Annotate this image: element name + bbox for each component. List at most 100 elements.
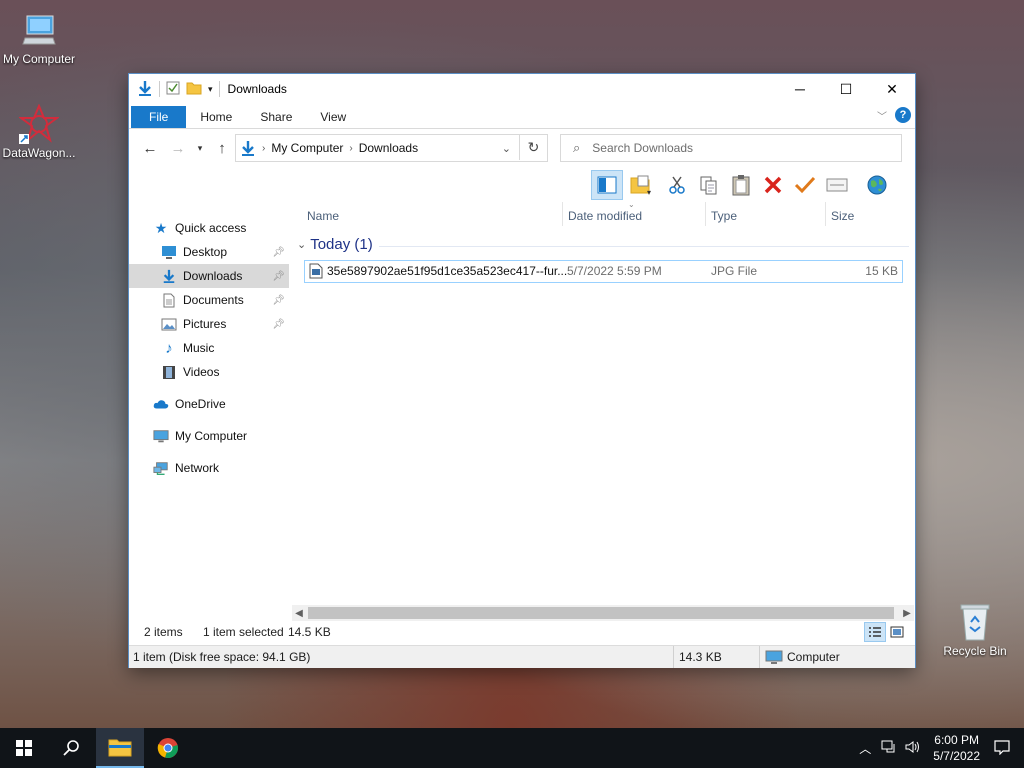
pin-icon[interactable]: 📌︎ [272, 271, 285, 282]
minimize-button[interactable]: ─ [777, 74, 823, 104]
cut-button[interactable] [662, 171, 692, 199]
refresh-button[interactable]: ↻ [519, 134, 547, 160]
up-button[interactable]: ↑ [209, 135, 235, 161]
nav-network[interactable]: Network [129, 456, 289, 480]
clock[interactable]: 6:00 PM 5/7/2022 [933, 732, 980, 764]
scissors-icon [669, 176, 685, 194]
scroll-thumb[interactable] [308, 607, 894, 619]
breadcrumb-chevron-icon[interactable]: › [349, 143, 352, 154]
window-title: Downloads [227, 82, 287, 96]
pin-icon[interactable]: 📌︎ [272, 247, 285, 258]
large-icons-view-button[interactable] [887, 623, 907, 641]
address-bar[interactable]: › My Computer › Downloads ⌄ [235, 134, 548, 162]
nav-label: OneDrive [175, 397, 226, 411]
tab-share[interactable]: Share [246, 106, 306, 128]
volume-icon[interactable] [905, 740, 921, 757]
nav-quick-access[interactable]: ★ Quick access [129, 216, 289, 240]
refresh-icon: ↻ [527, 138, 540, 155]
selection-size: 14.5 KB [288, 625, 331, 639]
back-button[interactable]: ← [137, 135, 163, 161]
search-box[interactable]: ⌕ [560, 134, 902, 162]
scroll-right-arrow-icon[interactable]: ▶ [900, 605, 914, 621]
show-hidden-icons-chevron-icon[interactable]: ︿ [859, 740, 871, 757]
minimize-icon: ─ [795, 81, 805, 97]
nav-music[interactable]: ♪ Music [129, 336, 289, 360]
desktop-folder-icon [161, 244, 177, 260]
up-arrow-icon: ↑ [218, 139, 226, 157]
file-explorer-taskbar-button[interactable] [96, 728, 144, 768]
details-view-button[interactable] [864, 622, 886, 642]
tab-home[interactable]: Home [186, 106, 246, 128]
forward-button[interactable]: → [165, 135, 191, 161]
copy-button[interactable] [694, 171, 724, 199]
status-location: Computer [761, 646, 911, 668]
pin-icon[interactable]: 📌︎ [272, 295, 285, 306]
desktop-icon-recycle-bin[interactable]: Recycle Bin [936, 602, 1014, 658]
expand-ribbon-icon[interactable]: ﹀ [877, 108, 887, 123]
recent-locations-button[interactable]: ▾ [193, 135, 207, 161]
start-button[interactable] [0, 728, 48, 768]
command-toolbar: ▾ [591, 170, 892, 200]
column-header-date[interactable]: Date modified [562, 206, 642, 226]
quick-access-toolbar: ▾ [129, 80, 220, 99]
nav-documents[interactable]: Documents 📌︎ [129, 288, 289, 312]
nav-pictures[interactable]: Pictures 📌︎ [129, 312, 289, 336]
globe-button[interactable] [862, 171, 892, 199]
nav-videos[interactable]: Videos [129, 360, 289, 384]
datawagon-logo-icon [19, 104, 59, 144]
network-tray-icon[interactable] [881, 740, 897, 757]
help-icon[interactable]: ? [895, 107, 911, 123]
search-button[interactable] [48, 728, 96, 768]
details-button[interactable]: ▾ [624, 171, 660, 199]
group-divider [379, 246, 909, 247]
maximize-button[interactable]: ☐ [823, 74, 869, 104]
pin-icon[interactable]: 📌︎ [272, 319, 285, 330]
properties-button[interactable] [822, 171, 852, 199]
desktop-icon-datawagon[interactable]: DataWagon... [0, 104, 78, 160]
rename-button[interactable] [790, 171, 820, 199]
paste-button[interactable] [726, 171, 756, 199]
desktop-icon-my-computer[interactable]: My Computer [0, 10, 78, 66]
properties-icon[interactable] [166, 81, 180, 98]
qat-dropdown-icon[interactable]: ▾ [208, 84, 213, 95]
maximize-icon: ☐ [839, 80, 853, 97]
nav-desktop[interactable]: Desktop 📌︎ [129, 240, 289, 264]
nav-my-computer[interactable]: My Computer [129, 424, 289, 448]
close-button[interactable]: ✕ [869, 74, 915, 104]
address-dropdown-icon[interactable]: ⌄ [502, 142, 511, 155]
chrome-taskbar-button[interactable] [144, 728, 192, 768]
column-header-size[interactable]: Size [825, 206, 854, 226]
properties-window-icon [826, 178, 848, 192]
nav-label: Quick access [175, 221, 247, 235]
tab-view[interactable]: View [306, 106, 360, 128]
column-header-type[interactable]: Type [705, 206, 737, 226]
breadcrumb-my-computer[interactable]: My Computer [271, 141, 343, 155]
qat-separator [218, 81, 220, 97]
recycle-bin-icon [955, 602, 995, 642]
desktop-icon-label: My Computer [2, 52, 76, 66]
nav-downloads[interactable]: Downloads 📌︎ [129, 264, 289, 288]
downloads-arrow-icon [137, 80, 153, 99]
details-view-icon [869, 627, 881, 637]
scroll-left-arrow-icon[interactable]: ◀ [292, 605, 306, 621]
back-arrow-icon: ← [142, 139, 158, 157]
notifications-icon[interactable] [994, 739, 1010, 758]
horizontal-scrollbar[interactable]: ◀ ▶ [292, 605, 914, 621]
preview-pane-button[interactable] [591, 170, 623, 200]
forward-arrow-icon: → [170, 139, 186, 157]
nav-onedrive[interactable]: OneDrive [129, 392, 289, 416]
copy-icon [700, 176, 717, 195]
group-header-today[interactable]: ⌄ Today (1) [297, 236, 909, 253]
svg-text:▾: ▾ [647, 188, 651, 196]
tab-file[interactable]: File [131, 106, 187, 128]
nav-label: Documents [183, 293, 244, 307]
breadcrumb-chevron-icon[interactable]: › [262, 143, 265, 154]
collapse-chevron-icon[interactable]: ⌄ [297, 238, 306, 251]
new-folder-icon[interactable] [186, 81, 202, 98]
breadcrumb-downloads[interactable]: Downloads [359, 141, 418, 155]
delete-button[interactable] [758, 171, 788, 199]
file-row[interactable]: 35e5897902ae51f95d1ce35a523ec417--fur...… [304, 260, 903, 283]
search-input[interactable] [590, 140, 875, 156]
clipboard-icon [732, 175, 750, 196]
column-header-name[interactable]: Name [301, 206, 339, 226]
